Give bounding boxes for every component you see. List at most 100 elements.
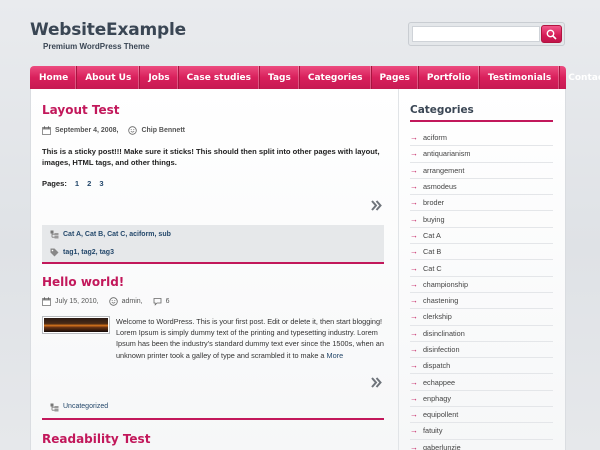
page-link-2[interactable]: 2 <box>87 179 91 188</box>
category-label: antiquarianism <box>423 149 471 159</box>
post-taxonomy-box: Cat A, Cat B, Cat C, aciform, sub tag1, … <box>42 225 384 264</box>
category-label: disinfection <box>423 345 460 354</box>
post-title-hello-world[interactable]: Hello world! <box>42 275 124 289</box>
category-item[interactable]: → Cat A <box>410 228 553 245</box>
arrow-right-icon: → <box>410 279 418 289</box>
post-author[interactable]: admin, <box>122 298 143 305</box>
category-label: echappee <box>423 377 456 387</box>
comment-bubble-icon <box>153 297 162 306</box>
category-item[interactable]: → asmodeus <box>410 179 553 196</box>
category-label: Cat B <box>423 247 442 257</box>
category-item[interactable]: → aciform <box>410 130 553 147</box>
arrow-right-icon: → <box>410 410 418 420</box>
category-list: → aciform → antiquarianism → arrangement → a… <box>410 130 553 450</box>
category-label: equipollent <box>423 410 459 420</box>
category-item[interactable]: → buying <box>410 211 553 228</box>
nav-item-jobs[interactable]: Jobs <box>140 66 179 89</box>
arrow-right-icon: → <box>410 165 418 175</box>
category-item[interactable]: → fatuity <box>410 423 553 440</box>
category-item[interactable]: → arrangement <box>410 163 553 179</box>
category-label: broder <box>423 198 445 208</box>
read-more-icon[interactable] <box>371 377 382 388</box>
main-nav: Home About Us Jobs Case studies Tags Cat… <box>30 66 600 89</box>
page-link-1[interactable]: 1 <box>75 179 79 188</box>
nav-item-portfolio[interactable]: Portfolio <box>419 66 480 89</box>
post-tags-links[interactable]: tag1, tag2, tag3 <box>63 249 114 256</box>
arrow-right-icon: → <box>410 312 418 322</box>
post-tags: tag1, tag2, tag3 <box>50 248 114 257</box>
double-chevron-right-icon <box>371 377 382 388</box>
post-meta: July 15, 2010, admin, 6 <box>42 295 180 307</box>
nav-item-tags[interactable]: Tags <box>260 66 300 89</box>
post-title-readability-test[interactable]: Readability Test <box>42 432 150 446</box>
category-item[interactable]: → broder <box>410 195 553 212</box>
category-item[interactable]: → championship <box>410 277 553 293</box>
nav-item-contact[interactable]: Contact <box>560 66 600 89</box>
post-thumbnail[interactable] <box>42 316 110 334</box>
page-link-3[interactable]: 3 <box>99 179 103 188</box>
sidebar-divider <box>398 89 399 450</box>
arrow-right-icon: → <box>410 393 418 403</box>
calendar-icon <box>42 125 51 135</box>
post-excerpt: This is a sticky post!!! Make sure it st… <box>42 147 380 167</box>
arrow-right-icon: → <box>410 442 418 450</box>
category-icon <box>50 403 59 412</box>
read-more-icon[interactable] <box>371 200 382 211</box>
category-item[interactable]: → Cat C <box>410 260 553 277</box>
arrow-right-icon: → <box>410 361 418 371</box>
site-tagline: Premium WordPress Theme <box>43 42 150 51</box>
post-date: September 4, 2008, <box>55 126 119 134</box>
category-label: arrangement <box>423 165 465 175</box>
site-title[interactable]: WebsiteExample <box>30 20 186 40</box>
category-item[interactable]: → disinclination <box>410 326 553 342</box>
arrow-right-icon: → <box>410 377 418 387</box>
post-categories-links[interactable]: Cat A, Cat B, Cat C, aciform, sub <box>63 231 171 238</box>
category-item[interactable]: → dispatch <box>410 358 553 375</box>
pages-label: Pages: <box>42 179 67 188</box>
search-input[interactable] <box>412 26 540 42</box>
post-title-layout-test[interactable]: Layout Test <box>42 103 120 117</box>
post-pagination: Pages: 1 2 3 <box>42 179 104 188</box>
search-form <box>408 22 565 46</box>
post-excerpt: Welcome to WordPress. This is your first… <box>116 316 384 361</box>
read-more-link[interactable]: More <box>327 351 344 360</box>
double-chevron-right-icon <box>371 200 382 211</box>
category-label: fatuity <box>423 426 443 436</box>
arrow-right-icon: → <box>410 426 418 436</box>
nav-item-home[interactable]: Home <box>30 66 78 89</box>
nav-item-categories[interactable]: Categories <box>300 66 372 89</box>
calendar-icon <box>42 296 51 306</box>
nav-item-about-us[interactable]: About Us <box>77 66 141 89</box>
arrow-right-icon: → <box>410 198 418 208</box>
post-comment-count[interactable]: 6 <box>166 298 170 305</box>
category-label: clerkship <box>423 312 452 322</box>
arrow-right-icon: → <box>410 345 418 354</box>
nav-item-case-studies[interactable]: Case studies <box>179 66 260 89</box>
arrow-right-icon: → <box>410 296 418 306</box>
arrow-right-icon: → <box>410 328 418 338</box>
category-label: gaberlunzie <box>423 442 461 450</box>
post-date: July 15, 2010, <box>55 297 99 305</box>
category-item[interactable]: → enphagy <box>410 391 553 408</box>
post-author[interactable]: Chip Bennett <box>141 127 185 134</box>
category-label: buying <box>423 214 445 224</box>
category-label: aciform <box>423 133 447 143</box>
category-item[interactable]: → disinfection <box>410 342 553 359</box>
category-item[interactable]: → echappee <box>410 374 553 391</box>
sidebar-title: Categories <box>410 104 474 116</box>
category-item[interactable]: → gaberlunzie <box>410 440 553 450</box>
category-icon <box>50 230 59 239</box>
tag-icon <box>50 248 59 257</box>
arrow-right-icon: → <box>410 133 418 143</box>
sidebar-title-rule <box>410 120 553 122</box>
nav-item-pages[interactable]: Pages <box>372 66 419 89</box>
category-item[interactable]: → antiquarianism <box>410 146 553 163</box>
category-item[interactable]: → chastening <box>410 293 553 310</box>
category-item[interactable]: → Cat B <box>410 244 553 261</box>
post-category-link[interactable]: Uncategorized <box>63 403 108 410</box>
nav-item-testimonials[interactable]: Testimonials <box>480 66 561 89</box>
category-item[interactable]: → clerkship <box>410 309 553 326</box>
category-item[interactable]: → equipollent <box>410 407 553 424</box>
arrow-right-icon: → <box>410 230 418 240</box>
search-button[interactable] <box>541 25 562 43</box>
